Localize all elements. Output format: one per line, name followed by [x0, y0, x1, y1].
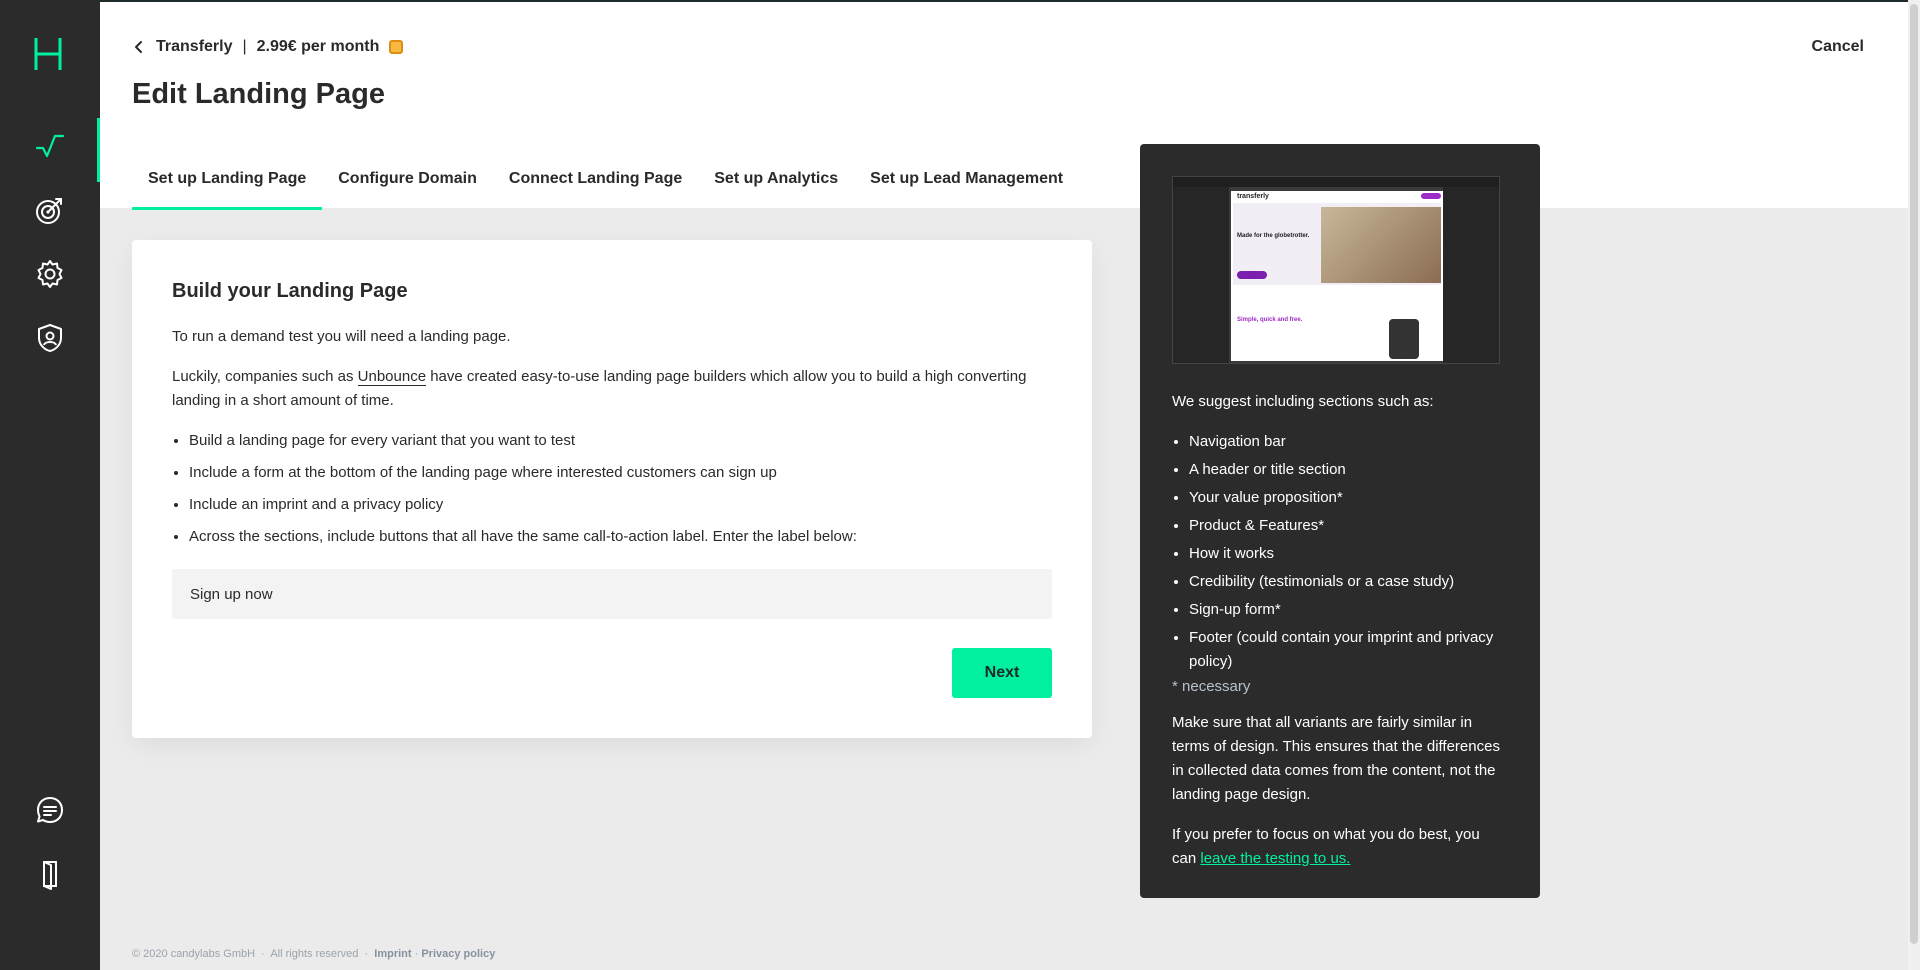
shield-user-icon — [38, 324, 62, 352]
tab-setup-analytics[interactable]: Set up Analytics — [698, 158, 854, 210]
scrollbar-thumb[interactable] — [1910, 4, 1918, 944]
cta-label-input[interactable] — [172, 569, 1052, 619]
preview-brand: transferly — [1237, 193, 1269, 200]
list-item: Product & Features* — [1189, 514, 1508, 538]
panel-focus-paragraph: If you prefer to focus on what you do be… — [1172, 823, 1508, 871]
breadcrumb-separator: | — [242, 38, 247, 55]
sidebar — [0, 0, 100, 970]
target-icon — [36, 198, 62, 224]
panel-design-paragraph: Make sure that all variants are fairly s… — [1172, 714, 1500, 803]
list-item: Credibility (testimonials or a case stud… — [1189, 570, 1508, 594]
suggestions-panel: transferly Made for the globetrotter. Si… — [1140, 144, 1540, 898]
leave-testing-link[interactable]: leave the testing to us. — [1200, 850, 1350, 867]
top-header: Transferly | 2.99€ per month Edit Landin… — [100, 0, 1920, 210]
nav-item-chat[interactable] — [0, 782, 100, 838]
card-paragraph: Luckily, companies such as Unbounce have… — [172, 365, 1052, 413]
tab-configure-domain[interactable]: Configure Domain — [322, 158, 493, 210]
footer: © 2020 candylabs GmbH · All rights reser… — [132, 948, 496, 960]
requirements-list: Build a landing page for every variant t… — [189, 429, 1052, 549]
list-item: Build a landing page for every variant t… — [189, 429, 1052, 453]
tab-setup-lead-management[interactable]: Set up Lead Management — [854, 158, 1079, 210]
list-item: How it works — [1189, 542, 1508, 566]
chat-icon — [37, 797, 63, 823]
landing-page-preview-image: transferly Made for the globetrotter. Si… — [1172, 176, 1500, 364]
preview-headline: Made for the globetrotter. — [1237, 233, 1310, 239]
h-logo-icon[interactable] — [33, 36, 63, 72]
list-item: Include a form at the bottom of the land… — [189, 461, 1052, 485]
tab-connect-landing-page[interactable]: Connect Landing Page — [493, 158, 698, 210]
unbounce-link[interactable]: Unbounce — [357, 368, 427, 386]
necessary-note: * necessary — [1172, 678, 1251, 695]
footer-privacy-link[interactable]: Privacy policy — [421, 948, 495, 960]
breadcrumb[interactable]: Transferly | 2.99€ per month — [132, 38, 404, 56]
page-scrollbar[interactable] — [1908, 0, 1920, 970]
chevron-left-icon[interactable] — [132, 40, 146, 54]
gear-icon — [37, 260, 63, 288]
nav-item-account[interactable] — [0, 310, 100, 366]
tab-bar: Set up Landing Page Configure Domain Con… — [132, 158, 1079, 210]
breadcrumb-price: 2.99€ per month — [256, 38, 380, 55]
panel-intro: We suggest including sections such as: — [1172, 393, 1434, 410]
list-item: Footer (could contain your imprint and p… — [1189, 626, 1508, 674]
status-badge — [389, 40, 404, 54]
build-landing-page-card: Build your Landing Page To run a demand … — [132, 240, 1092, 738]
nav-item-goals[interactable] — [0, 182, 100, 238]
card-title: Build your Landing Page — [172, 280, 408, 302]
list-item: Sign-up form* — [1189, 598, 1508, 622]
card-intro: To run a demand test you will need a lan… — [172, 328, 511, 345]
door-icon — [43, 861, 57, 890]
tab-setup-landing-page[interactable]: Set up Landing Page — [132, 158, 323, 210]
nav-item-tests[interactable] — [0, 118, 100, 182]
page-title: Edit Landing Page — [132, 78, 385, 110]
nav-item-settings[interactable] — [0, 246, 100, 302]
list-item: A header or title section — [1189, 458, 1508, 482]
nav-item-logout[interactable] — [0, 846, 100, 902]
list-item: Include an imprint and a privacy policy — [189, 493, 1052, 517]
list-item: Across the sections, include buttons tha… — [189, 525, 1052, 549]
footer-copyright: © 2020 candylabs GmbH — [132, 948, 256, 960]
list-item: Navigation bar — [1189, 430, 1508, 454]
breadcrumb-project[interactable]: Transferly — [156, 38, 232, 56]
chart-icon — [35, 134, 65, 158]
preview-section-title: Simple, quick and free. — [1237, 317, 1303, 323]
sections-list: Navigation bar A header or title section… — [1189, 430, 1508, 674]
card-paragraph-before: Luckily, companies such as — [172, 368, 354, 385]
footer-rights: All rights reserved — [270, 948, 359, 960]
footer-imprint-link[interactable]: Imprint — [374, 948, 411, 960]
cancel-button[interactable]: Cancel — [1812, 38, 1864, 56]
next-button[interactable]: Next — [952, 648, 1052, 698]
list-item: Your value proposition* — [1189, 486, 1508, 510]
